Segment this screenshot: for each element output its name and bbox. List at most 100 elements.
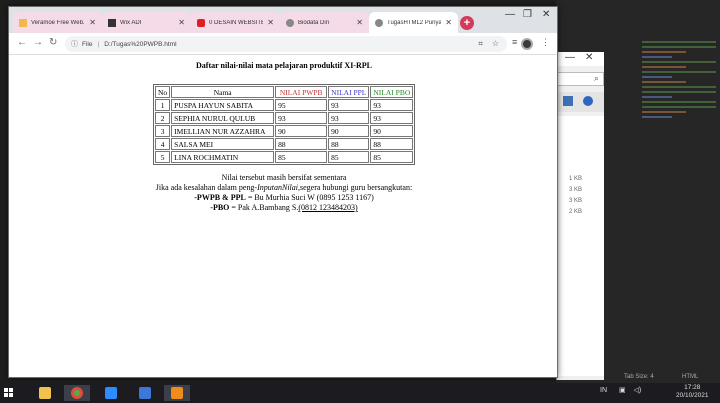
note-text: Jika ada kesalahan dalam peng- [155, 183, 258, 192]
tab-title: 0 DESAIN WEBSITE [209, 19, 264, 26]
maximize-icon[interactable]: ❐ [523, 9, 532, 20]
avatar[interactable] [521, 38, 533, 50]
header-nilai-ppl: NILAI PPL [328, 86, 370, 98]
explorer-file-list: 1 KB 3 KB 3 KB 2 KB [557, 116, 604, 376]
url-text[interactable]: D:/Tugas%20PWPB.html [104, 41, 176, 48]
clock-date: 20/10/2021 [676, 392, 709, 399]
file-size: 3 KB [569, 198, 583, 204]
page-content: Daftar nilai-nilai mata pelajaran produk… [9, 55, 557, 377]
back-icon[interactable]: ← [17, 37, 27, 48]
taskbar-clock[interactable]: 17:28 20/10/2021 [676, 384, 709, 400]
cell-no: 3 [155, 125, 171, 137]
minimap [642, 38, 716, 158]
cell-pbo: 93 [370, 112, 414, 124]
new-tab-button[interactable]: + [460, 16, 474, 30]
windows-start-icon[interactable] [4, 388, 14, 398]
translate-icon[interactable]: ⌗ [478, 39, 483, 49]
cell-no: 4 [155, 138, 171, 150]
table-row: 4 SALSA MEI 88 88 88 [155, 138, 414, 150]
cell-nama: IMELLIAN NUR AZZAHRA [171, 125, 275, 137]
header-nilai-pwpb: NILAI PWPB [275, 86, 328, 98]
close-tab-icon[interactable]: ✕ [267, 18, 274, 27]
scheme-label: File [82, 40, 93, 48]
note-pwpb-contact: -PWPB & PPL = Bu Murhia Suci W (0895 125… [9, 193, 557, 203]
search-icon: ⌕ [593, 73, 599, 83]
note-pbo-contact: -PBO = Pak A.Bambang S.(0812 123484203) [9, 203, 557, 213]
table-row: 3 IMELLIAN NUR AZZAHRA 90 90 90 [155, 125, 414, 137]
tab-title: TugasHTML2 Punya... [387, 19, 442, 26]
language-indicator[interactable]: IN [600, 387, 607, 394]
editor-language[interactable]: HTML [682, 374, 698, 380]
browser-tab[interactable]: 0 DESAIN WEBSITE ✕ [191, 12, 280, 33]
youtube-icon [197, 18, 205, 27]
cell-pwpb: 85 [275, 151, 328, 163]
close-icon[interactable]: ✕ [585, 52, 593, 63]
volume-icon[interactable]: ◁) [634, 387, 642, 394]
chrome-icon[interactable] [64, 385, 90, 401]
cell-no: 5 [155, 151, 171, 163]
sublime-text-icon[interactable] [164, 385, 190, 401]
browser-tab[interactable]: Biodata Diri ✕ [280, 12, 369, 33]
tab-title: Veramoe Free Web... [31, 19, 86, 26]
cell-pwpb: 93 [275, 112, 328, 124]
close-tab-icon[interactable]: ✕ [356, 18, 363, 27]
clock-time: 17:28 [684, 384, 701, 391]
editor-tab-size[interactable]: Tab Size: 4 [624, 374, 654, 380]
cell-nama: LINA ROCHMATIN [171, 151, 275, 163]
tab-strip: Veramoe Free Web... ✕ Wix ADI ✕ 0 DESAIN… [9, 7, 557, 33]
system-tray: IN ▣ ◁) [600, 386, 641, 394]
explorer-search[interactable]: ⌕ [557, 72, 604, 86]
cell-no: 1 [155, 99, 171, 111]
browser-tab[interactable]: Wix ADI ✕ [102, 12, 191, 33]
contact-text: = Pak A.Bambang S. [229, 203, 299, 212]
reload-icon[interactable]: ↻ [49, 37, 57, 48]
header-no: No [155, 86, 171, 98]
close-tab-icon[interactable]: ✕ [445, 18, 452, 27]
cell-pwpb: 95 [275, 99, 328, 111]
cell-nama: PUSPA HAYUN SABITA [171, 99, 275, 111]
minimize-icon[interactable]: — [565, 52, 575, 63]
forward-icon[interactable]: → [33, 37, 43, 48]
cell-pbo: 90 [370, 125, 414, 137]
app-icon[interactable] [132, 385, 158, 401]
file-explorer-icon[interactable] [32, 385, 58, 401]
cell-pwpb: 88 [275, 138, 328, 150]
tab-favicon [19, 18, 27, 27]
grades-table: No Nama NILAI PWPB NILAI PPL NILAI PBO 1… [153, 84, 416, 165]
bookmark-star-icon[interactable]: ☆ [492, 39, 499, 49]
close-tab-icon[interactable]: ✕ [178, 18, 185, 27]
view-icon[interactable] [563, 96, 573, 106]
notification-icon[interactable]: ▣ [619, 387, 626, 394]
minimize-icon[interactable]: — [505, 9, 515, 20]
cell-no: 2 [155, 112, 171, 124]
contact-label: -PWPB & PPL [194, 193, 246, 202]
zoom-icon[interactable] [98, 385, 124, 401]
table-header-row: No Nama NILAI PWPB NILAI PPL NILAI PBO [155, 86, 414, 98]
table-row: 1 PUSPA HAYUN SABITA 95 93 93 [155, 99, 414, 111]
note-text: ,segera hubungi guru bersangkutan: [297, 183, 413, 192]
close-window-icon[interactable]: ✕ [542, 9, 550, 20]
notes-block: Nilai tersebut masih bersifat sementara … [9, 173, 557, 213]
cell-nama: SALSA MEI [171, 138, 275, 150]
globe-icon [375, 18, 383, 27]
cell-pbo: 93 [370, 99, 414, 111]
media-icon[interactable]: ≡ [512, 37, 517, 47]
browser-tab[interactable]: Veramoe Free Web... ✕ [13, 12, 102, 33]
note-contact-instruction: Jika ada kesalahan dalam peng-InputanNil… [9, 183, 557, 193]
contact-text: = Bu Murhia Suci W (0895 1253 1167) [245, 193, 374, 202]
menu-icon[interactable]: ⋮ [541, 37, 550, 48]
close-tab-icon[interactable]: ✕ [89, 18, 96, 27]
help-icon[interactable] [583, 96, 593, 106]
cell-nama: SEPHIA NURUL QULUB [171, 112, 275, 124]
contact-label: -PBO [210, 203, 230, 212]
note-italic: InputanNilai [257, 183, 298, 192]
browser-tab-active[interactable]: TugasHTML2 Punya... ✕ [369, 12, 458, 33]
header-nilai-pbo: NILAI PBO [370, 86, 414, 98]
info-icon[interactable]: ⓘ [71, 39, 78, 49]
tab-favicon [108, 18, 116, 27]
address-bar[interactable]: ⓘ File | D:/Tugas%20PWPB.html ⌗ ☆ [65, 36, 507, 52]
cell-ppl: 93 [328, 99, 370, 111]
cell-ppl: 90 [328, 125, 370, 137]
cell-ppl: 85 [328, 151, 370, 163]
explorer-titlebar: — ✕ [557, 52, 604, 66]
